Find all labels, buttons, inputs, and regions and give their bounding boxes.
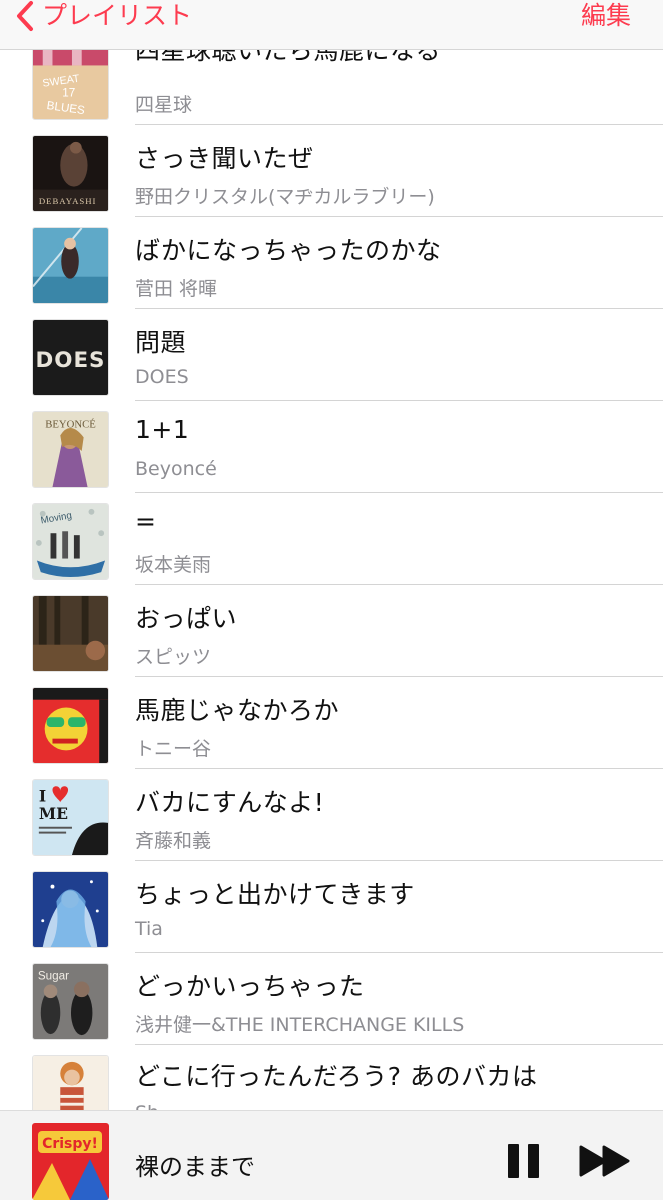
song-artist: トニー谷 (135, 738, 212, 760)
song-artist: Sh... (135, 1102, 177, 1110)
song-title: 1+1 (135, 415, 190, 444)
song-artist: 四星球 (135, 94, 193, 116)
song-title: = (135, 507, 157, 536)
song-text: どこに行ったんだろう? あのバカは Sh... (135, 1045, 663, 1110)
song-row[interactable]: Sugar どっかいっちゃった 浅井健一&THE INTERCHANGE KIL… (0, 953, 663, 1045)
song-title: 問題 (135, 328, 187, 357)
album-art-text: DOES (36, 348, 106, 373)
song-text: おっぱい スピッツ (135, 585, 663, 677)
song-title: おっぱい (135, 604, 238, 633)
song-text: 1+1 Beyoncé (135, 401, 663, 493)
song-list: SWEAT 17 BLUES 四星球聴いたら馬鹿になる 四星球 DEBAYASH… (0, 33, 663, 1110)
svg-text:ME: ME (39, 804, 68, 823)
svg-text:17: 17 (62, 87, 75, 100)
album-art (32, 227, 109, 304)
next-track-button[interactable] (579, 1145, 631, 1177)
album-art-text: Sugar (38, 970, 69, 983)
song-title: 馬鹿じゃなかろか (135, 696, 340, 725)
song-title: バカにすんなよ! (135, 788, 325, 817)
song-title: どこに行ったんだろう? あのバカは (135, 1062, 538, 1091)
song-row[interactable]: DOES 問題 DOES (0, 309, 663, 401)
song-row[interactable]: DEBAYASHI さっき聞いたぜ 野田クリスタル(マヂカルラブリー) (0, 125, 663, 217)
song-artist: Beyoncé (135, 458, 217, 480)
album-art: SWEAT 17 BLUES (32, 43, 109, 120)
nav-bar: プレイリスト 編集 (0, 0, 663, 50)
song-text: バカにすんなよ! 斉藤和義 (135, 769, 663, 861)
song-text: = 坂本美雨 (135, 493, 663, 585)
chevron-left-icon (17, 1, 33, 31)
album-art (32, 595, 109, 672)
song-artist: Tia (135, 918, 163, 940)
album-art: DEBAYASHI (32, 135, 109, 212)
song-row[interactable]: おっぱい スピッツ (0, 585, 663, 677)
song-row[interactable]: ばかになっちゃったのかな 菅田 将暉 (0, 217, 663, 309)
back-button[interactable]: プレイリスト (14, 0, 192, 32)
back-button-label: プレイリスト (42, 1, 193, 30)
song-title: ちょっと出かけてきます (135, 880, 415, 909)
svg-text:DEBAYASHI: DEBAYASHI (39, 196, 97, 206)
song-artist: 野田クリスタル(マヂカルラブリー) (135, 186, 435, 208)
pause-icon (508, 1144, 519, 1178)
song-row[interactable]: ちょっと出かけてきます Tia (0, 861, 663, 953)
svg-text:I: I (39, 786, 46, 805)
now-playing-album-art: Crispy! (32, 1123, 109, 1200)
album-art: I ME (32, 779, 109, 856)
song-row[interactable]: BEYONCÉ 1+1 Beyoncé (0, 401, 663, 493)
fast-forward-icon (579, 1145, 630, 1177)
song-title: どっかいっちゃった (135, 972, 365, 1001)
song-title: さっき聞いたぜ (135, 144, 314, 173)
song-title: ばかになっちゃったのかな (135, 236, 442, 265)
album-art: Moving (32, 503, 109, 580)
song-row[interactable]: 馬鹿じゃなかろか トニー谷 (0, 677, 663, 769)
song-artist: DOES (135, 366, 189, 388)
pause-button[interactable] (508, 1144, 540, 1178)
song-artist: 浅井健一&THE INTERCHANGE KILLS (135, 1014, 465, 1036)
album-art-text: Crispy! (42, 1136, 98, 1152)
song-text: 問題 DOES (135, 309, 663, 401)
now-playing-title: 裸のままで (135, 1153, 255, 1181)
song-artist: 坂本美雨 (135, 554, 212, 576)
album-art (32, 687, 109, 764)
song-text: さっき聞いたぜ 野田クリスタル(マヂカルラブリー) (135, 125, 663, 217)
album-art: Sugar (32, 963, 109, 1040)
song-text: ばかになっちゃったのかな 菅田 将暉 (135, 217, 663, 309)
song-artist: スピッツ (135, 646, 212, 668)
now-playing-bar[interactable]: Crispy! 裸のままで (0, 1110, 663, 1200)
album-art: DOES (32, 319, 109, 396)
song-row[interactable]: Moving = 坂本美雨 (0, 493, 663, 585)
song-text: ちょっと出かけてきます Tia (135, 861, 663, 953)
song-artist: 菅田 将暉 (135, 278, 218, 300)
album-art: BEYONCÉ (32, 411, 109, 488)
song-row[interactable]: I ME バカにすんなよ! 斉藤和義 (0, 769, 663, 861)
album-art (32, 871, 109, 948)
song-artist: 斉藤和義 (135, 830, 212, 852)
song-text: どっかいっちゃった 浅井健一&THE INTERCHANGE KILLS (135, 953, 663, 1045)
edit-button[interactable]: 編集 (581, 0, 631, 32)
song-text: 馬鹿じゃなかろか トニー谷 (135, 677, 663, 769)
song-row[interactable]: どこに行ったんだろう? あのバカは Sh... (0, 1045, 663, 1110)
album-art (32, 1055, 109, 1110)
